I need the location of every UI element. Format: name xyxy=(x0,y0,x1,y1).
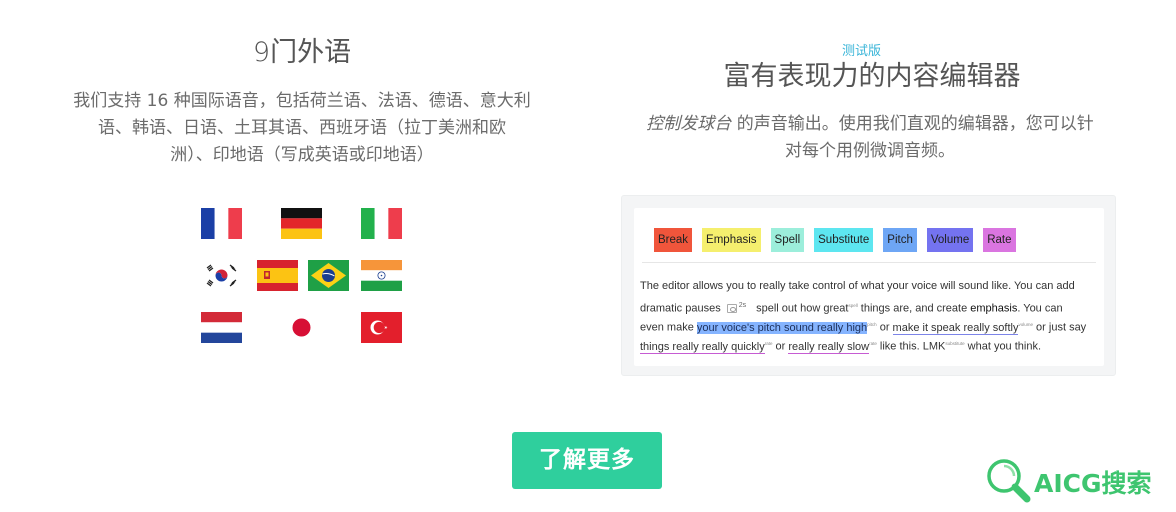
tag-break-button[interactable]: Break xyxy=(654,228,693,252)
tag-emphasis-button[interactable]: Emphasis xyxy=(702,228,761,252)
editor-description-emphasis: 控制发球台 xyxy=(646,114,732,134)
spell-tag-marker: spell xyxy=(848,303,858,308)
editor-panel: Break Emphasis Spell Substitute Pitch Volume R… xyxy=(634,208,1104,366)
editor-text-run: The editor allows you to really take con… xyxy=(640,280,1075,292)
editor-line: dramatic pauses 2s spell out how greatspel… xyxy=(640,296,1098,315)
rate-tag-marker: rate xyxy=(869,341,877,346)
editor-preview: Break Emphasis Spell Substitute Pitch Volume R… xyxy=(621,195,1116,376)
spain-flag-icon xyxy=(257,260,298,291)
tag-substitute-button[interactable]: Substitute xyxy=(814,228,874,252)
rate-underlined-text[interactable]: really really slow xyxy=(788,340,870,354)
pitch-tag-marker: pitch xyxy=(867,322,877,327)
substitute-tag-marker: substitute xyxy=(945,341,965,346)
languages-title: 9门外语 xyxy=(252,37,352,68)
emphasis-text: emphasis xyxy=(970,302,1018,315)
editor-content[interactable]: The editor allows you to really take con… xyxy=(640,277,1098,354)
italy-flag-icon xyxy=(361,208,402,239)
editor-text-run: like this. LMK xyxy=(876,340,946,353)
pause-duration-label: 2s xyxy=(738,302,747,309)
languages-description-line: 语、韩语、日语、土耳其语、西班牙语（拉丁美洲和欧 xyxy=(98,118,506,138)
pause-icon[interactable] xyxy=(726,303,737,313)
editor-text-run: things are, and create xyxy=(857,302,971,315)
learn-more-button[interactable]: 了解更多 xyxy=(512,432,662,489)
magnifier-icon xyxy=(987,459,1031,503)
editor-line: The editor allows you to really take con… xyxy=(640,277,1098,296)
editor-text-run: . You can xyxy=(1017,302,1063,315)
watermark-logo: AICG搜索 xyxy=(984,456,1176,504)
languages-description: 我们支持 16 种国际语音，包括荷兰语、法语、德语、意大利 语、韩语、日语、土耳… xyxy=(44,88,560,169)
germany-flag-icon xyxy=(281,208,322,239)
editor-divider xyxy=(642,262,1096,263)
tag-volume-button[interactable]: Volume xyxy=(926,228,974,252)
turkey-flag-icon xyxy=(361,312,402,343)
editor-text-run: or xyxy=(876,321,893,334)
languages-description-line: 洲）、印地语（写成英语或印地语） xyxy=(170,145,434,165)
editor-text-run: or just say xyxy=(1033,321,1087,334)
editor-description-line: 对每个用例微调音频。 xyxy=(785,141,955,161)
editor-description-line: 控制发球台 的声音输出。使用我们直观的编辑器，您可以针 xyxy=(612,111,1128,138)
india-flag-icon xyxy=(361,260,402,291)
volume-tag-marker: volume xyxy=(1018,322,1033,327)
tag-spell-button[interactable]: Spell xyxy=(770,228,805,252)
editor-text-run: dramatic pauses xyxy=(640,302,721,315)
south-korea-flag-icon xyxy=(201,260,242,291)
rate-underlined-text[interactable]: things really really quickly xyxy=(640,340,765,354)
japan-flag-icon xyxy=(281,312,322,343)
tag-pitch-button[interactable]: Pitch xyxy=(883,228,917,252)
editor-text-run: even make xyxy=(640,321,697,334)
editor-text-run: what you think. xyxy=(964,340,1042,353)
volume-underlined-text[interactable]: make it speak really softly xyxy=(892,321,1019,335)
watermark-text: AICG搜索 xyxy=(1034,469,1152,498)
editor-text-run: or xyxy=(772,340,789,353)
editor-line: things really really quickly rate or real… xyxy=(640,334,1098,354)
brazil-flag-icon xyxy=(308,260,349,291)
languages-description-line: 我们支持 16 种国际语音，包括荷兰语、法语、德语、意大利 xyxy=(73,91,531,111)
ssml-tag-toolbar: Break Emphasis Spell Substitute Pitch Volume R… xyxy=(654,228,1016,252)
france-flag-icon xyxy=(201,208,242,239)
editor-description-text: 的声音输出。使用我们直观的编辑器，您可以针 xyxy=(731,114,1094,134)
tag-rate-button[interactable]: Rate xyxy=(983,228,1016,252)
editor-description: 控制发球台 的声音输出。使用我们直观的编辑器，您可以针 对每个用例微调音频。 xyxy=(612,111,1128,165)
editor-line: even make your voice's pitch sound reall… xyxy=(640,315,1098,335)
pitch-highlighted-text[interactable]: your voice's pitch sound really high xyxy=(696,321,868,334)
netherlands-flag-icon xyxy=(201,312,242,343)
editor-title: 富有表现力的内容编辑器 xyxy=(723,61,1021,92)
editor-text-run: spell out how great xyxy=(756,302,849,315)
